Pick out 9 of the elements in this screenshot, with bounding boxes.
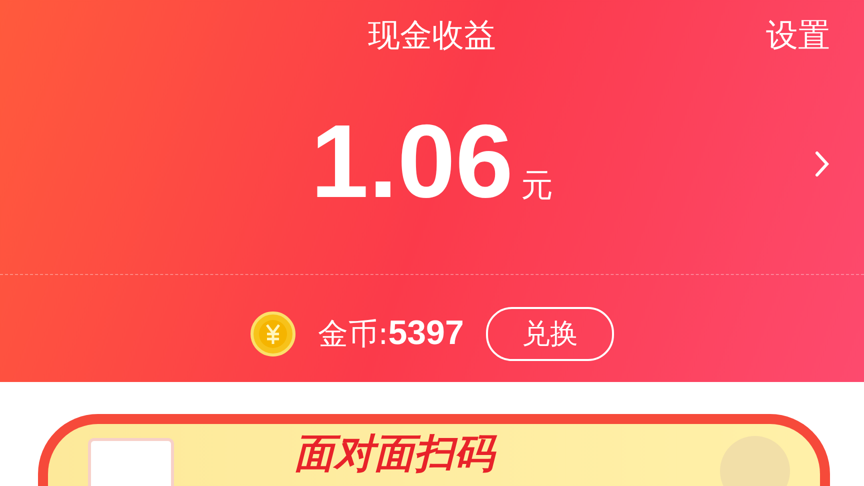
settings-button[interactable]: 设置: [766, 14, 830, 58]
coin-balance: 金币:5397: [318, 314, 464, 354]
page-title: 现金收益: [368, 15, 496, 56]
balance-amount: 1.06: [310, 103, 514, 222]
promo-banner[interactable]: 面对面扫码: [38, 414, 830, 486]
chevron-right-icon[interactable]: [814, 150, 830, 178]
currency-unit: 元: [521, 165, 554, 206]
exchange-button[interactable]: 兑换: [486, 307, 614, 361]
ticket-icon: [88, 438, 174, 486]
